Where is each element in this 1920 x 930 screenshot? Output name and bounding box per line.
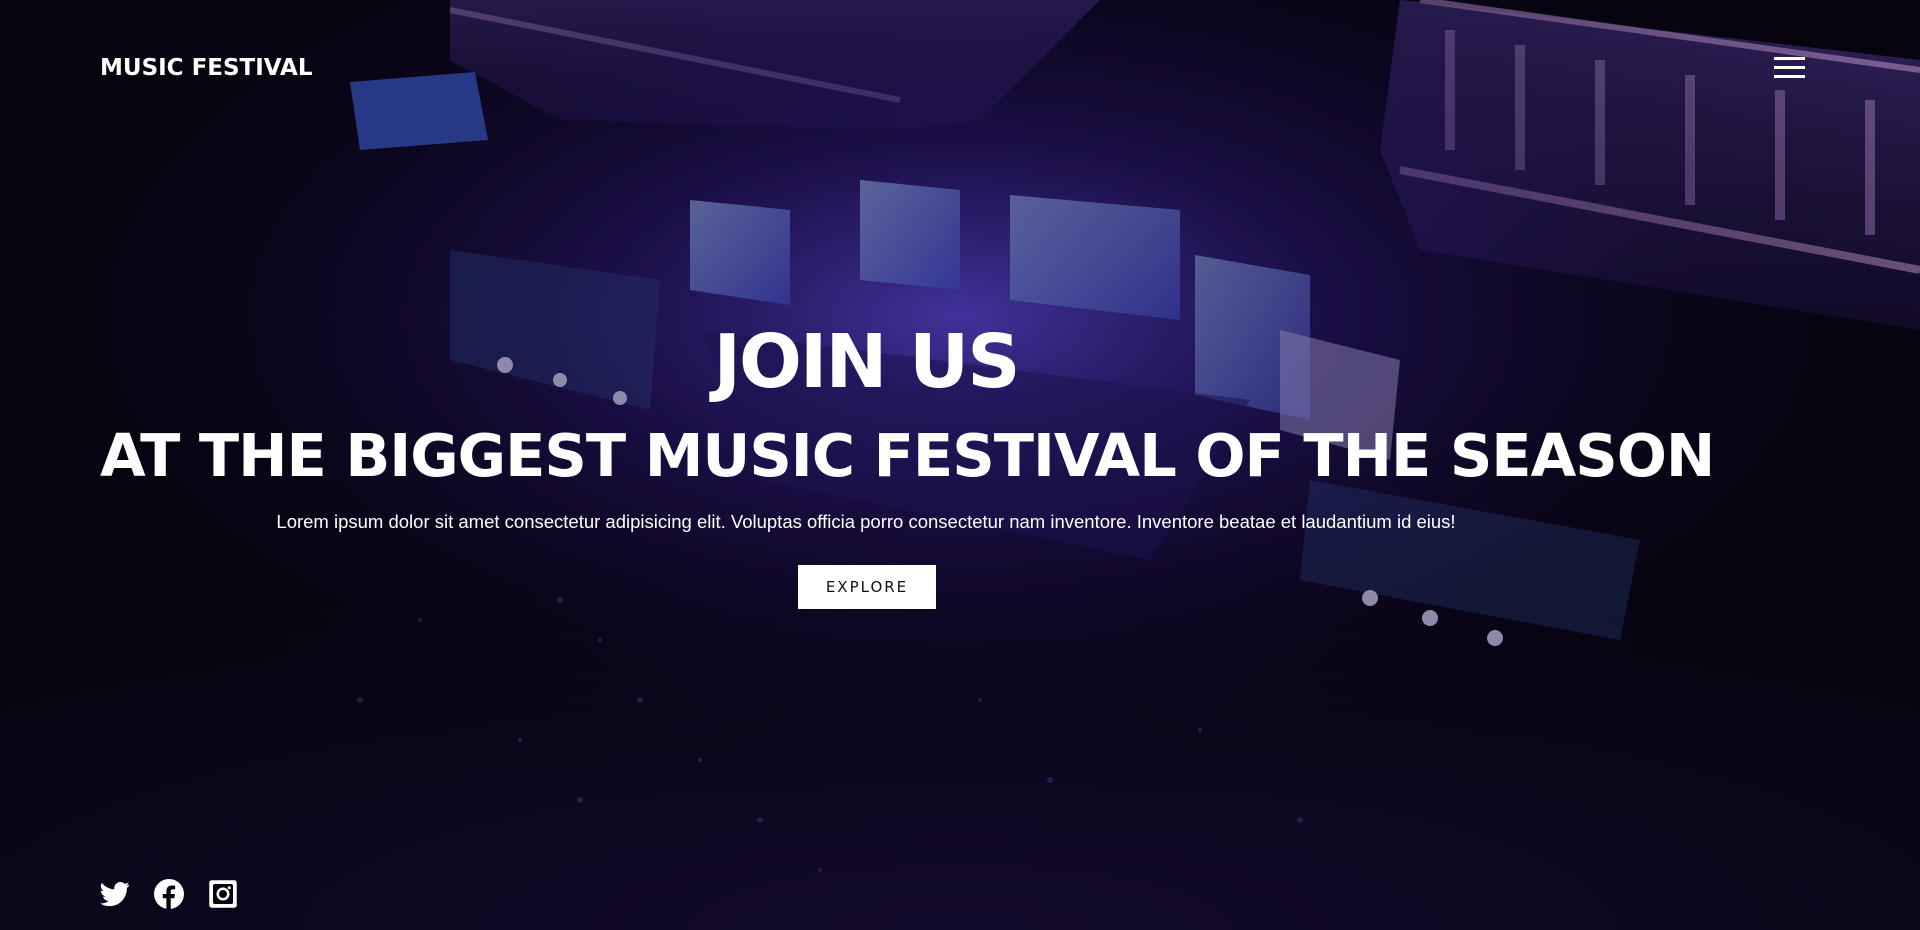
explore-button[interactable]: EXPLORE bbox=[798, 565, 936, 609]
hero-description: Lorem ipsum dolor sit amet consectetur a… bbox=[276, 511, 1456, 532]
facebook-icon[interactable] bbox=[154, 879, 184, 909]
social-links bbox=[100, 879, 238, 909]
hero-title: JOIN US bbox=[713, 319, 1020, 405]
hamburger-menu-icon[interactable] bbox=[1774, 57, 1805, 79]
hero-subtitle: AT THE BIGGEST MUSIC FESTIVAL OF THE SEA… bbox=[100, 421, 1715, 490]
twitter-icon[interactable] bbox=[100, 879, 130, 909]
brand-logo-link[interactable]: MUSIC FESTIVAL bbox=[100, 55, 313, 81]
landing-page: MUSIC FESTIVAL JOIN US AT THE BIGGEST MU… bbox=[0, 0, 1920, 930]
instagram-icon[interactable] bbox=[208, 879, 238, 909]
